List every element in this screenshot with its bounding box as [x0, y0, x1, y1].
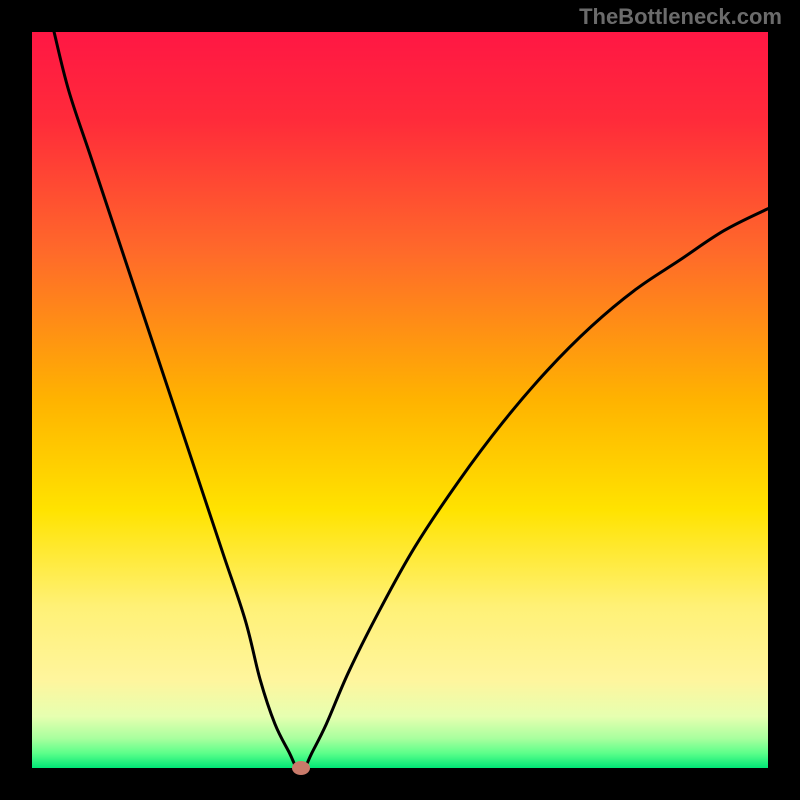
watermark-text: TheBottleneck.com: [579, 4, 782, 30]
chart-area: [32, 32, 768, 768]
chart-background: [32, 32, 768, 768]
chart-svg: [32, 32, 768, 768]
optimal-point-marker: [292, 761, 310, 775]
